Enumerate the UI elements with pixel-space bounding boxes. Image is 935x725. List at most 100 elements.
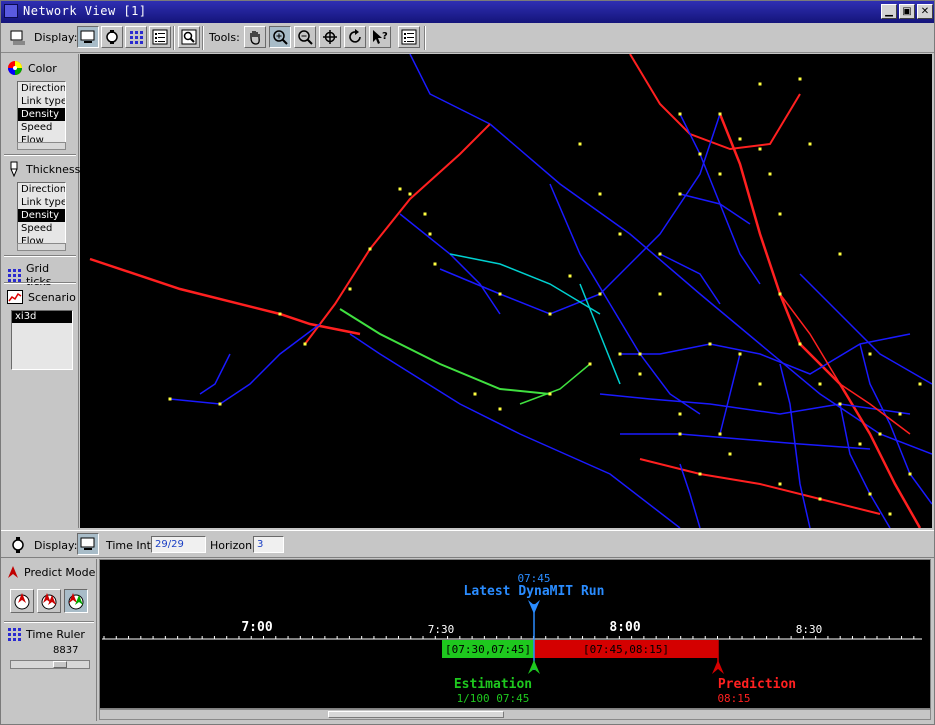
road-node[interactable]	[398, 187, 402, 191]
road-node[interactable]	[718, 432, 722, 436]
list-item[interactable]: Direction	[18, 82, 65, 95]
road-node[interactable]	[908, 472, 912, 476]
road-node[interactable]	[738, 352, 742, 356]
road-node[interactable]	[598, 292, 602, 296]
list-item[interactable]: Link type	[18, 95, 65, 108]
zoom-box-button[interactable]	[178, 26, 200, 48]
road-link[interactable]	[519, 363, 591, 405]
grid-ticks-toggle[interactable]: Grid ticks	[7, 262, 78, 288]
road-link[interactable]	[349, 333, 681, 528]
scenario-list[interactable]: xi3d	[11, 310, 73, 370]
color-list-scrollbar[interactable]	[17, 142, 66, 150]
road-node[interactable]	[728, 452, 732, 456]
road-node[interactable]	[798, 77, 802, 81]
road-node[interactable]	[658, 292, 662, 296]
time-ruler-canvas[interactable]: 7:00 8:00 7:30 8:30 [07:30,07:45] [07:45…	[99, 559, 931, 709]
pan-tool-button[interactable]	[244, 26, 266, 48]
road-node[interactable]	[718, 112, 722, 116]
road-node[interactable]	[758, 147, 762, 151]
road-node[interactable]	[758, 382, 762, 386]
display-grid-button[interactable]	[125, 26, 147, 48]
road-node[interactable]	[618, 232, 622, 236]
road-node[interactable]	[428, 232, 432, 236]
thickness-list-scrollbar[interactable]	[17, 243, 66, 251]
road-node[interactable]	[858, 442, 862, 446]
center-tool-button[interactable]	[319, 26, 341, 48]
road-node[interactable]	[548, 392, 552, 396]
road-node[interactable]	[433, 262, 437, 266]
list-item[interactable]: Direction	[18, 183, 65, 196]
road-node[interactable]	[638, 372, 642, 376]
time-int-field[interactable]: 29/29	[151, 536, 206, 553]
road-node[interactable]	[218, 402, 222, 406]
road-node[interactable]	[598, 192, 602, 196]
scrollbar-thumb[interactable]	[328, 711, 504, 718]
road-node[interactable]	[888, 512, 892, 516]
estimation-marker[interactable]	[528, 660, 540, 674]
road-link[interactable]	[409, 54, 491, 125]
road-node[interactable]	[808, 142, 812, 146]
road-node[interactable]	[768, 172, 772, 176]
road-link[interactable]	[449, 253, 601, 315]
road-node[interactable]	[868, 352, 872, 356]
road-node[interactable]	[578, 142, 582, 146]
road-node[interactable]	[588, 362, 592, 366]
road-link[interactable]	[779, 363, 811, 528]
road-node[interactable]	[498, 292, 502, 296]
list-item[interactable]: Speed	[18, 121, 65, 134]
road-node[interactable]	[838, 252, 842, 256]
road-node[interactable]	[658, 252, 662, 256]
road-node[interactable]	[738, 137, 742, 141]
road-link[interactable]	[718, 113, 922, 528]
road-node[interactable]	[778, 482, 782, 486]
timeline-horizontal-scrollbar[interactable]	[99, 709, 931, 720]
road-node[interactable]	[498, 407, 502, 411]
road-node[interactable]	[698, 152, 702, 156]
road-link[interactable]	[169, 323, 321, 405]
maximize-button[interactable]: ▣	[899, 4, 915, 19]
road-node[interactable]	[473, 392, 477, 396]
road-node[interactable]	[878, 432, 882, 436]
predict-mode-button-1[interactable]	[10, 589, 34, 613]
road-node[interactable]	[303, 342, 307, 346]
road-node[interactable]	[423, 212, 427, 216]
road-node[interactable]	[678, 112, 682, 116]
rotate-tool-button[interactable]	[344, 26, 366, 48]
road-link[interactable]	[304, 123, 491, 345]
display-timeline-button[interactable]	[77, 533, 99, 555]
road-node[interactable]	[778, 292, 782, 296]
road-link[interactable]	[679, 193, 751, 225]
road-link[interactable]	[89, 257, 361, 336]
road-node[interactable]	[618, 352, 622, 356]
road-link[interactable]	[599, 393, 911, 415]
window-menu-icon[interactable]	[4, 4, 18, 18]
title-bar[interactable]: Network View [1] ▁ ▣ ✕	[1, 1, 934, 23]
road-node[interactable]	[718, 172, 722, 176]
road-link[interactable]	[399, 213, 501, 315]
list-item[interactable]: Speed	[18, 222, 65, 235]
road-link[interactable]	[620, 433, 871, 450]
road-link[interactable]	[639, 458, 881, 515]
help-pointer-tool-button[interactable]: ?	[369, 26, 391, 48]
network-map-canvas[interactable]	[80, 54, 932, 528]
latest-run-marker[interactable]	[528, 600, 540, 614]
zoom-out-tool-button[interactable]	[294, 26, 316, 48]
road-node[interactable]	[758, 82, 762, 86]
road-node[interactable]	[678, 412, 682, 416]
road-node[interactable]	[818, 382, 822, 386]
road-node[interactable]	[868, 492, 872, 496]
road-node[interactable]	[698, 472, 702, 476]
display-list-button[interactable]	[149, 26, 171, 48]
road-node[interactable]	[408, 192, 412, 196]
road-link[interactable]	[719, 353, 741, 435]
road-link[interactable]	[659, 253, 721, 305]
road-node[interactable]	[898, 412, 902, 416]
road-link[interactable]	[679, 113, 761, 285]
minimize-button[interactable]: ▁	[881, 4, 897, 19]
timeline-chart[interactable]: 7:00 8:00 7:30 8:30 [07:30,07:45] [07:45…	[100, 560, 930, 708]
display-network-button[interactable]	[77, 26, 99, 48]
list-item-selected[interactable]: xi3d	[12, 311, 72, 323]
road-link[interactable]	[779, 293, 911, 435]
road-node[interactable]	[838, 402, 842, 406]
list-item-selected[interactable]: Density	[18, 108, 65, 121]
